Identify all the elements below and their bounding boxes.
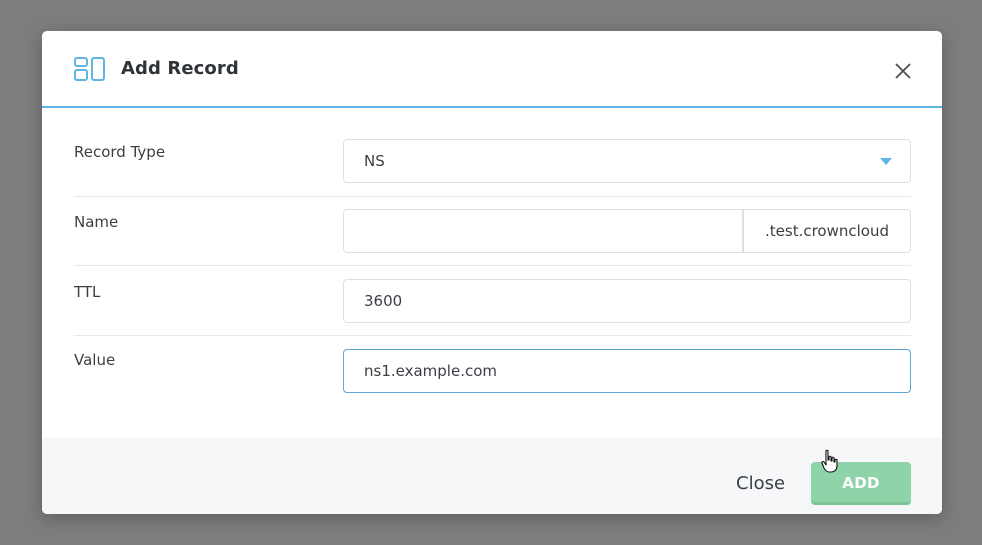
ttl-input[interactable]: 3600: [343, 279, 911, 323]
name-label: Name: [74, 213, 119, 231]
dialog-header: Add Record: [42, 31, 942, 108]
add-record-dialog: Add Record Record Type NS Name .test.cro…: [42, 31, 942, 514]
record-type-select[interactable]: NS: [343, 139, 911, 183]
dialog-title: Add Record: [121, 58, 239, 79]
value-input[interactable]: ns1.example.com: [343, 349, 911, 393]
row-divider: [74, 196, 911, 197]
domain-suffix: .test.crowncloud: [743, 209, 911, 253]
record-type-value: NS: [364, 152, 385, 170]
ttl-label: TTL: [74, 283, 101, 301]
close-button[interactable]: Close: [736, 473, 785, 494]
record-type-label: Record Type: [74, 143, 166, 161]
pointer-hand-icon: [821, 449, 838, 473]
dialog-footer: Close ADD: [42, 438, 942, 514]
name-input[interactable]: [343, 209, 743, 253]
row-divider: [74, 265, 911, 266]
row-divider: [74, 335, 911, 336]
caret-down-icon: [880, 158, 892, 165]
close-icon[interactable]: [892, 60, 914, 82]
dns-records-icon: [74, 57, 105, 81]
value-label: Value: [74, 351, 116, 369]
